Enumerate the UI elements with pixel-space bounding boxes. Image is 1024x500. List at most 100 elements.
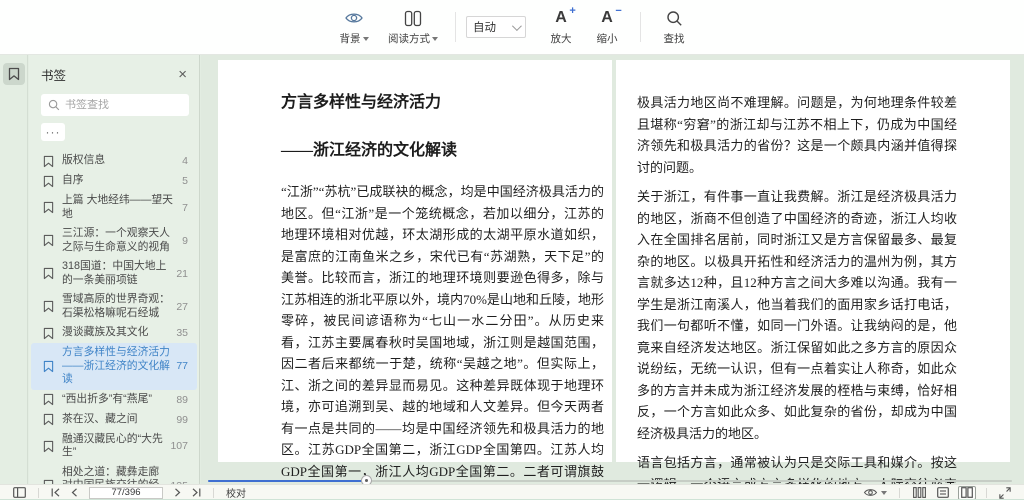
- single-page-view-button[interactable]: [934, 486, 952, 500]
- bookmark-page-number: 99: [176, 413, 188, 426]
- top-toolbar: 背景 阅读方式 自动 A + 放大 A − 缩小 查找: [0, 0, 1024, 55]
- bookmark-label: 融通汉藏民心的“大先生”: [62, 432, 163, 459]
- bookmark-item[interactable]: 漫谈藏族及其文化 35: [31, 323, 197, 343]
- proofread-button[interactable]: 校对: [221, 485, 251, 500]
- sidebar-toggle-icon: [13, 487, 26, 498]
- bookmark-item[interactable]: 三江源：一个观察天人之际与生命意义的视角 9: [31, 224, 197, 257]
- bookmark-label: 相处之道：藏彝走廊对中国民族交往的经验与智慧: [62, 465, 160, 485]
- zoom-in-label: 放大: [550, 33, 572, 45]
- zoom-out-button[interactable]: A − 缩小: [584, 4, 630, 50]
- find-button[interactable]: 查找: [651, 4, 697, 50]
- chapter-title: 方言多样性与经济活力: [281, 94, 442, 111]
- toolbar-divider: [455, 12, 456, 42]
- prev-page-button[interactable]: [66, 485, 83, 500]
- bookmark-icon: [43, 393, 56, 407]
- statusbar-divider: [899, 487, 900, 498]
- next-page-icon: [175, 488, 181, 497]
- bookmark-item[interactable]: “西出折多”有“燕尾” 89: [31, 390, 197, 410]
- scroll-view-icon: [912, 487, 926, 498]
- bookmarks-panel: 书签 × ··· 版权信息 4 自序 5 上篇 大地经纬——望天地 7 三江源：一个观察天人…: [29, 55, 200, 484]
- close-icon[interactable]: ×: [178, 67, 187, 82]
- paragraph: 关于浙江，有件事一直让我费解。浙江是经济极具活力的地区，浙商不但创造了中国经济的…: [637, 189, 957, 441]
- bookmark-page-number: 107: [170, 440, 188, 452]
- scroll-view-button[interactable]: [910, 486, 928, 500]
- chevron-down-icon: [881, 490, 887, 495]
- bookmark-label: 漫谈藏族及其文化: [62, 326, 149, 339]
- bookmark-icon: [43, 439, 56, 453]
- paragraph: 极具活力地区尚不难理解。问题是，为何地理条件较差且堪称“穷窘”的浙江却与江苏不相…: [637, 95, 957, 175]
- reading-mode-label: 阅读方式: [388, 33, 430, 45]
- bookmark-icon: [43, 174, 56, 188]
- bookmark-page-number: 35: [176, 327, 188, 339]
- more-options-button[interactable]: ···: [41, 123, 65, 141]
- reading-area: 方言多样性与经济活力 ——浙江经济的文化解读 “江浙”“苏杭”已成联袂的概念，均…: [201, 55, 1024, 500]
- bookmark-label: 318国道：中国大地上的一条美丽项链: [62, 260, 167, 286]
- bookmark-page-number: 4: [182, 155, 188, 167]
- fullscreen-button[interactable]: [994, 485, 1016, 500]
- bookmark-search-box[interactable]: [41, 94, 189, 116]
- chapter-subtitle: ——浙江经济的文化解读: [281, 142, 458, 159]
- book-pages-icon: [403, 8, 423, 28]
- bookmark-page-number: 7: [182, 201, 188, 214]
- bookmark-label: 自序: [62, 174, 84, 187]
- bookmark-page-number: 77: [176, 360, 188, 373]
- left-page-text: “江浙”“苏杭”已成联袂的概念，均是中国经济极具活力的地区。但“江浙”是一个笼统…: [281, 181, 604, 500]
- find-label: 查找: [663, 33, 685, 45]
- search-icon: [666, 8, 683, 28]
- font-decrease-icon: A −: [601, 5, 622, 26]
- bookmark-list: 版权信息 4 自序 5 上篇 大地经纬——望天地 7 三江源：一个观察天人之际与生命意义的视…: [29, 151, 199, 484]
- chevron-down-icon: [432, 36, 438, 41]
- double-page-view-button[interactable]: [958, 485, 976, 500]
- toolbar-divider: [640, 12, 641, 42]
- bookmark-page-number: 89: [176, 393, 188, 406]
- bookmark-icon: [43, 359, 56, 373]
- bookmark-page-number: 27: [176, 300, 188, 313]
- bookmark-icon: [43, 267, 56, 281]
- bookmark-item[interactable]: 318国道：中国大地上的一条美丽项链 21: [31, 257, 197, 290]
- bookmark-item[interactable]: 相处之道：藏彝走廊对中国民族交往的经验与智慧135: [31, 463, 197, 485]
- eye-protection-button[interactable]: [858, 485, 892, 500]
- page-left: 方言多样性与经济活力 ——浙江经济的文化解读 “江浙”“苏杭”已成联袂的概念，均…: [218, 60, 612, 500]
- next-page-button[interactable]: [169, 485, 186, 500]
- bookmark-item[interactable]: 茶在汉、藏之间 99: [31, 410, 197, 430]
- single-page-icon: [937, 487, 949, 498]
- bookmarks-rail-button[interactable]: [2, 63, 25, 85]
- first-page-button[interactable]: [46, 485, 66, 500]
- first-page-icon: [51, 488, 60, 497]
- bookmark-label: 雪域高原的世界奇观：石渠松格嘛呢石经城: [62, 293, 170, 319]
- right-page-text: 极具活力地区尚不难理解。问题是，为何地理条件较差且堪称“穷窘”的浙江却与江苏不相…: [616, 60, 1010, 500]
- zoom-mode-value: 自动: [473, 22, 496, 34]
- background-label: 背景: [339, 33, 361, 45]
- bookmark-icon: [43, 300, 56, 314]
- page-number-input[interactable]: [89, 486, 163, 499]
- double-page-icon: [961, 487, 973, 498]
- bookmark-search-input[interactable]: [65, 99, 175, 111]
- reading-mode-button[interactable]: 阅读方式: [381, 4, 445, 50]
- statusbar-divider: [986, 487, 987, 498]
- left-rail: [0, 55, 28, 484]
- zoom-mode-select[interactable]: 自动: [466, 16, 526, 38]
- last-page-button[interactable]: [186, 485, 206, 500]
- statusbar-divider: [213, 487, 214, 498]
- bookmark-item[interactable]: 方言多样性与经济活力——浙江经济的文化解读 77: [31, 343, 197, 390]
- bookmark-icon: [43, 326, 56, 340]
- bookmark-item[interactable]: 上篇 大地经纬——望天地 7: [31, 191, 197, 224]
- last-page-icon: [192, 488, 201, 497]
- bookmark-label: 茶在汉、藏之间: [62, 412, 138, 425]
- background-button[interactable]: 背景: [327, 4, 381, 50]
- chevron-down-icon: [362, 36, 369, 41]
- eye-icon: [863, 489, 878, 496]
- bookmark-item[interactable]: 雪域高原的世界奇观：石渠松格嘛呢石经城 27: [31, 290, 197, 323]
- bookmark-item[interactable]: 自序 5: [31, 171, 197, 191]
- toggle-sidebar-button[interactable]: [8, 485, 31, 500]
- font-increase-icon: A +: [555, 5, 576, 26]
- zoom-out-label: 缩小: [596, 33, 618, 45]
- panel-title: 书签: [41, 69, 67, 83]
- bookmark-item[interactable]: 版权信息 4: [31, 151, 197, 171]
- bookmark-item[interactable]: 融通汉藏民心的“大先生” 107: [31, 430, 197, 463]
- eye-icon: [344, 8, 364, 28]
- zoom-in-button[interactable]: A + 放大: [538, 4, 584, 50]
- bookmark-icon: [8, 67, 19, 81]
- bookmark-label: 方言多样性与经济活力——浙江经济的文化解读: [62, 346, 170, 385]
- prev-page-icon: [71, 488, 77, 497]
